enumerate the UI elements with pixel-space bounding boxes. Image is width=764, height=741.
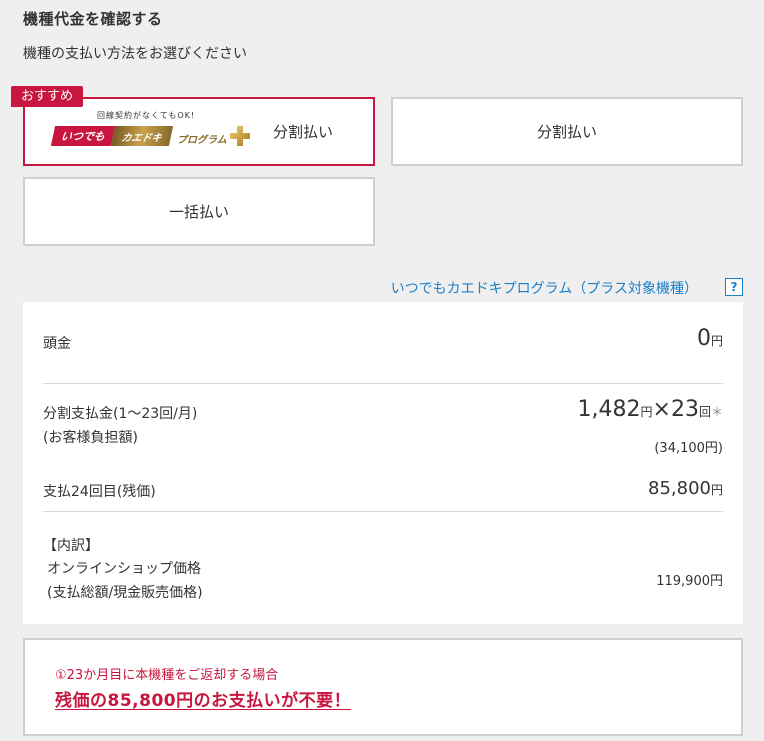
payment-breakdown-panel: 頭金 0円 分割支払金(1～23回/月) (お客様負担額) 1,482円×23回…	[23, 302, 743, 624]
help-icon[interactable]: ?	[725, 278, 743, 296]
option-lump-sum-label: 一括払い	[168, 203, 229, 221]
return-benefit-banner: ①23か月目に本機種をご返却する場合 残価の85,800円のお支払いが不要！	[23, 638, 743, 736]
recommended-badge: おすすめ	[11, 86, 84, 107]
installment-sublabel: (お客様負担額)	[43, 430, 138, 446]
option-kaedoki-label: 分割払い	[273, 123, 334, 141]
installment-label: 分割支払金(1～23回/月)	[43, 406, 198, 422]
divider	[43, 511, 723, 512]
online-shop-price-label: オンラインショップ価格	[47, 561, 201, 577]
return-condition-text: ①23か月目に本機種をご返却する場合	[55, 668, 279, 683]
plus-icon	[230, 126, 250, 146]
installment-total-note: (34,100円)	[654, 441, 723, 456]
down-payment-label: 頭金	[43, 336, 71, 352]
logo-tagline: 回線契約がなくてもOK!	[97, 111, 196, 120]
detail-header: 【内訳】	[43, 538, 99, 554]
down-payment-value: 0円	[696, 326, 723, 351]
option-lump-sum[interactable]: 一括払い	[23, 177, 375, 246]
page-subtitle: 機種の支払い方法をお選びください	[23, 46, 247, 62]
option-kaedoki-installment[interactable]: 回線契約がなくてもOK! いつでも カエドキ プログラム 分割払い	[23, 97, 375, 166]
page-title: 機種代金を確認する	[23, 10, 163, 28]
kaedoki-program-link[interactable]: いつでもカエドキプログラム（プラス対象機種）	[391, 278, 698, 298]
logo-gold-block: カエドキ	[110, 126, 174, 146]
online-shop-price-sublabel: (支払総額/現金販売価格)	[47, 585, 203, 601]
residual-label: 支払24回目(残価)	[43, 484, 156, 500]
online-shop-price-value: 119,900円	[656, 574, 723, 589]
residual-waived-text: 残価の85,800円のお支払いが不要！	[55, 691, 352, 711]
option-installment-label: 分割払い	[536, 123, 597, 141]
residual-value: 85,800円	[648, 478, 723, 499]
kaedoki-program-logo: 回線契約がなくてもOK! いつでも カエドキ プログラム	[50, 110, 253, 154]
logo-program-text: プログラム	[177, 135, 227, 146]
divider	[43, 383, 723, 384]
installment-value: 1,482円×23回＊	[577, 397, 723, 422]
option-installment[interactable]: 分割払い	[391, 97, 743, 166]
logo-red-block: いつでも	[50, 126, 116, 146]
